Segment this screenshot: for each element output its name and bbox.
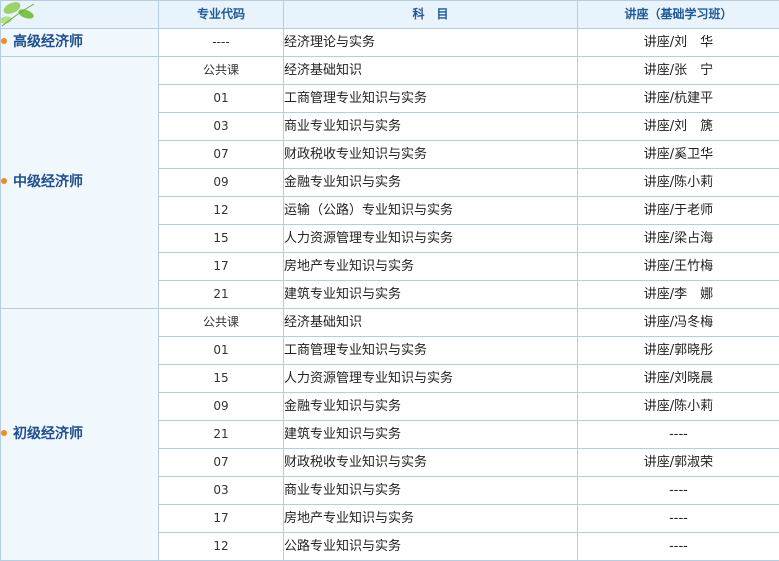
level-label: 中级经济师 xyxy=(13,174,83,190)
subject-cell: 建筑专业知识与实务 xyxy=(283,280,578,309)
bullet-dot-icon xyxy=(1,430,7,436)
code-cell: ---- xyxy=(158,28,284,57)
code-cell: 09 xyxy=(158,168,284,197)
code-cell: 12 xyxy=(158,196,284,225)
header-subject: 科 目 xyxy=(283,0,578,29)
header-row: 专业代码 科 目 讲座（基础学习班） xyxy=(0,0,779,29)
subject-cell: 人力资源管理专业知识与实务 xyxy=(283,224,578,253)
code-cell: 15 xyxy=(158,364,284,393)
subject-cell: 金融专业知识与实务 xyxy=(283,168,578,197)
subject-cell: 公路专业知识与实务 xyxy=(283,532,578,561)
lecture-cell: 讲座/张 宁 xyxy=(577,56,779,85)
lecture-cell: 讲座/郭淑荣 xyxy=(577,448,779,477)
code-cell: 12 xyxy=(158,532,284,561)
level-cell: 初级经济师 xyxy=(0,308,159,561)
lecture-cell: 讲座/刘晓晨 xyxy=(577,364,779,393)
lecture-cell: ---- xyxy=(577,476,779,505)
level-label: 初级经济师 xyxy=(13,426,83,442)
bullet-dot-icon xyxy=(1,38,7,44)
code-cell: 17 xyxy=(158,252,284,281)
subject-cell: 工商管理专业知识与实务 xyxy=(283,84,578,113)
subject-cell: 经济基础知识 xyxy=(283,308,578,337)
subject-cell: 财政税收专业知识与实务 xyxy=(283,140,578,169)
level-label: 高级经济师 xyxy=(13,34,83,50)
bullet-dot-icon xyxy=(1,178,7,184)
code-cell: 21 xyxy=(158,420,284,449)
course-table: 专业代码 科 目 讲座（基础学习班） 高级经济师 ---- 经济理论与实务 讲座/刘 … xyxy=(0,0,779,561)
table-row: 高级经济师 ---- 经济理论与实务 讲座/刘 华 xyxy=(0,28,779,57)
code-cell: 21 xyxy=(158,280,284,309)
subject-cell: 工商管理专业知识与实务 xyxy=(283,336,578,365)
code-cell: 09 xyxy=(158,392,284,421)
lecture-cell: 讲座/李 娜 xyxy=(577,280,779,309)
lecture-cell: 讲座/陈小莉 xyxy=(577,168,779,197)
level-cell: 中级经济师 xyxy=(0,56,159,309)
code-cell: 15 xyxy=(158,224,284,253)
lecture-cell: 讲座/刘 华 xyxy=(577,28,779,57)
code-cell: 01 xyxy=(158,336,284,365)
lecture-cell: 讲座/王竹梅 xyxy=(577,252,779,281)
code-cell: 公共课 xyxy=(158,308,284,337)
code-cell: 07 xyxy=(158,448,284,477)
subject-cell: 房地产专业知识与实务 xyxy=(283,504,578,533)
lecture-cell: ---- xyxy=(577,532,779,561)
table-header: 专业代码 科 目 讲座（基础学习班） xyxy=(0,0,779,29)
table-row: 中级经济师 公共课 经济基础知识 讲座/张 宁 xyxy=(0,56,779,309)
table-row: 初级经济师 公共课 经济基础知识 讲座/冯冬梅 xyxy=(0,308,779,561)
subject-cell: 金融专业知识与实务 xyxy=(283,392,578,421)
lecture-cell: 讲座/于老师 xyxy=(577,196,779,225)
subject-cell: 房地产专业知识与实务 xyxy=(283,252,578,281)
lecture-cell: 讲座/陈小莉 xyxy=(577,392,779,421)
subject-cell: 财政税收专业知识与实务 xyxy=(283,448,578,477)
header-lecture: 讲座（基础学习班） xyxy=(577,0,779,29)
code-cell: 公共课 xyxy=(158,56,284,85)
subject-cell: 运输（公路）专业知识与实务 xyxy=(283,196,578,225)
header-code: 专业代码 xyxy=(158,0,284,29)
lecture-cell: 讲座/郭晓彤 xyxy=(577,336,779,365)
lecture-cell: ---- xyxy=(577,420,779,449)
subject-cell: 经济理论与实务 xyxy=(283,28,578,57)
subject-cell: 商业专业知识与实务 xyxy=(283,112,578,141)
code-cell: 03 xyxy=(158,476,284,505)
level-cell: 高级经济师 xyxy=(0,28,159,57)
code-cell: 03 xyxy=(158,112,284,141)
table-body: 高级经济师 ---- 经济理论与实务 讲座/刘 华中级经济师 公共课 经济基础知识 讲座/张… xyxy=(0,28,779,561)
lecture-cell: 讲座/杭建平 xyxy=(577,84,779,113)
subject-cell: 商业专业知识与实务 xyxy=(283,476,578,505)
lecture-cell: 讲座/梁占海 xyxy=(577,224,779,253)
code-cell: 01 xyxy=(158,84,284,113)
lecture-cell: 讲座/奚卫华 xyxy=(577,140,779,169)
code-cell: 17 xyxy=(158,504,284,533)
subject-cell: 经济基础知识 xyxy=(283,56,578,85)
lecture-cell: 讲座/刘 篪 xyxy=(577,112,779,141)
page: 专业代码 科 目 讲座（基础学习班） 高级经济师 ---- 经济理论与实务 讲座/刘 … xyxy=(0,0,779,561)
subject-cell: 建筑专业知识与实务 xyxy=(283,420,578,449)
code-cell: 07 xyxy=(158,140,284,169)
lecture-cell: 讲座/冯冬梅 xyxy=(577,308,779,337)
lecture-cell: ---- xyxy=(577,504,779,533)
header-level xyxy=(0,0,159,29)
subject-cell: 人力资源管理专业知识与实务 xyxy=(283,364,578,393)
